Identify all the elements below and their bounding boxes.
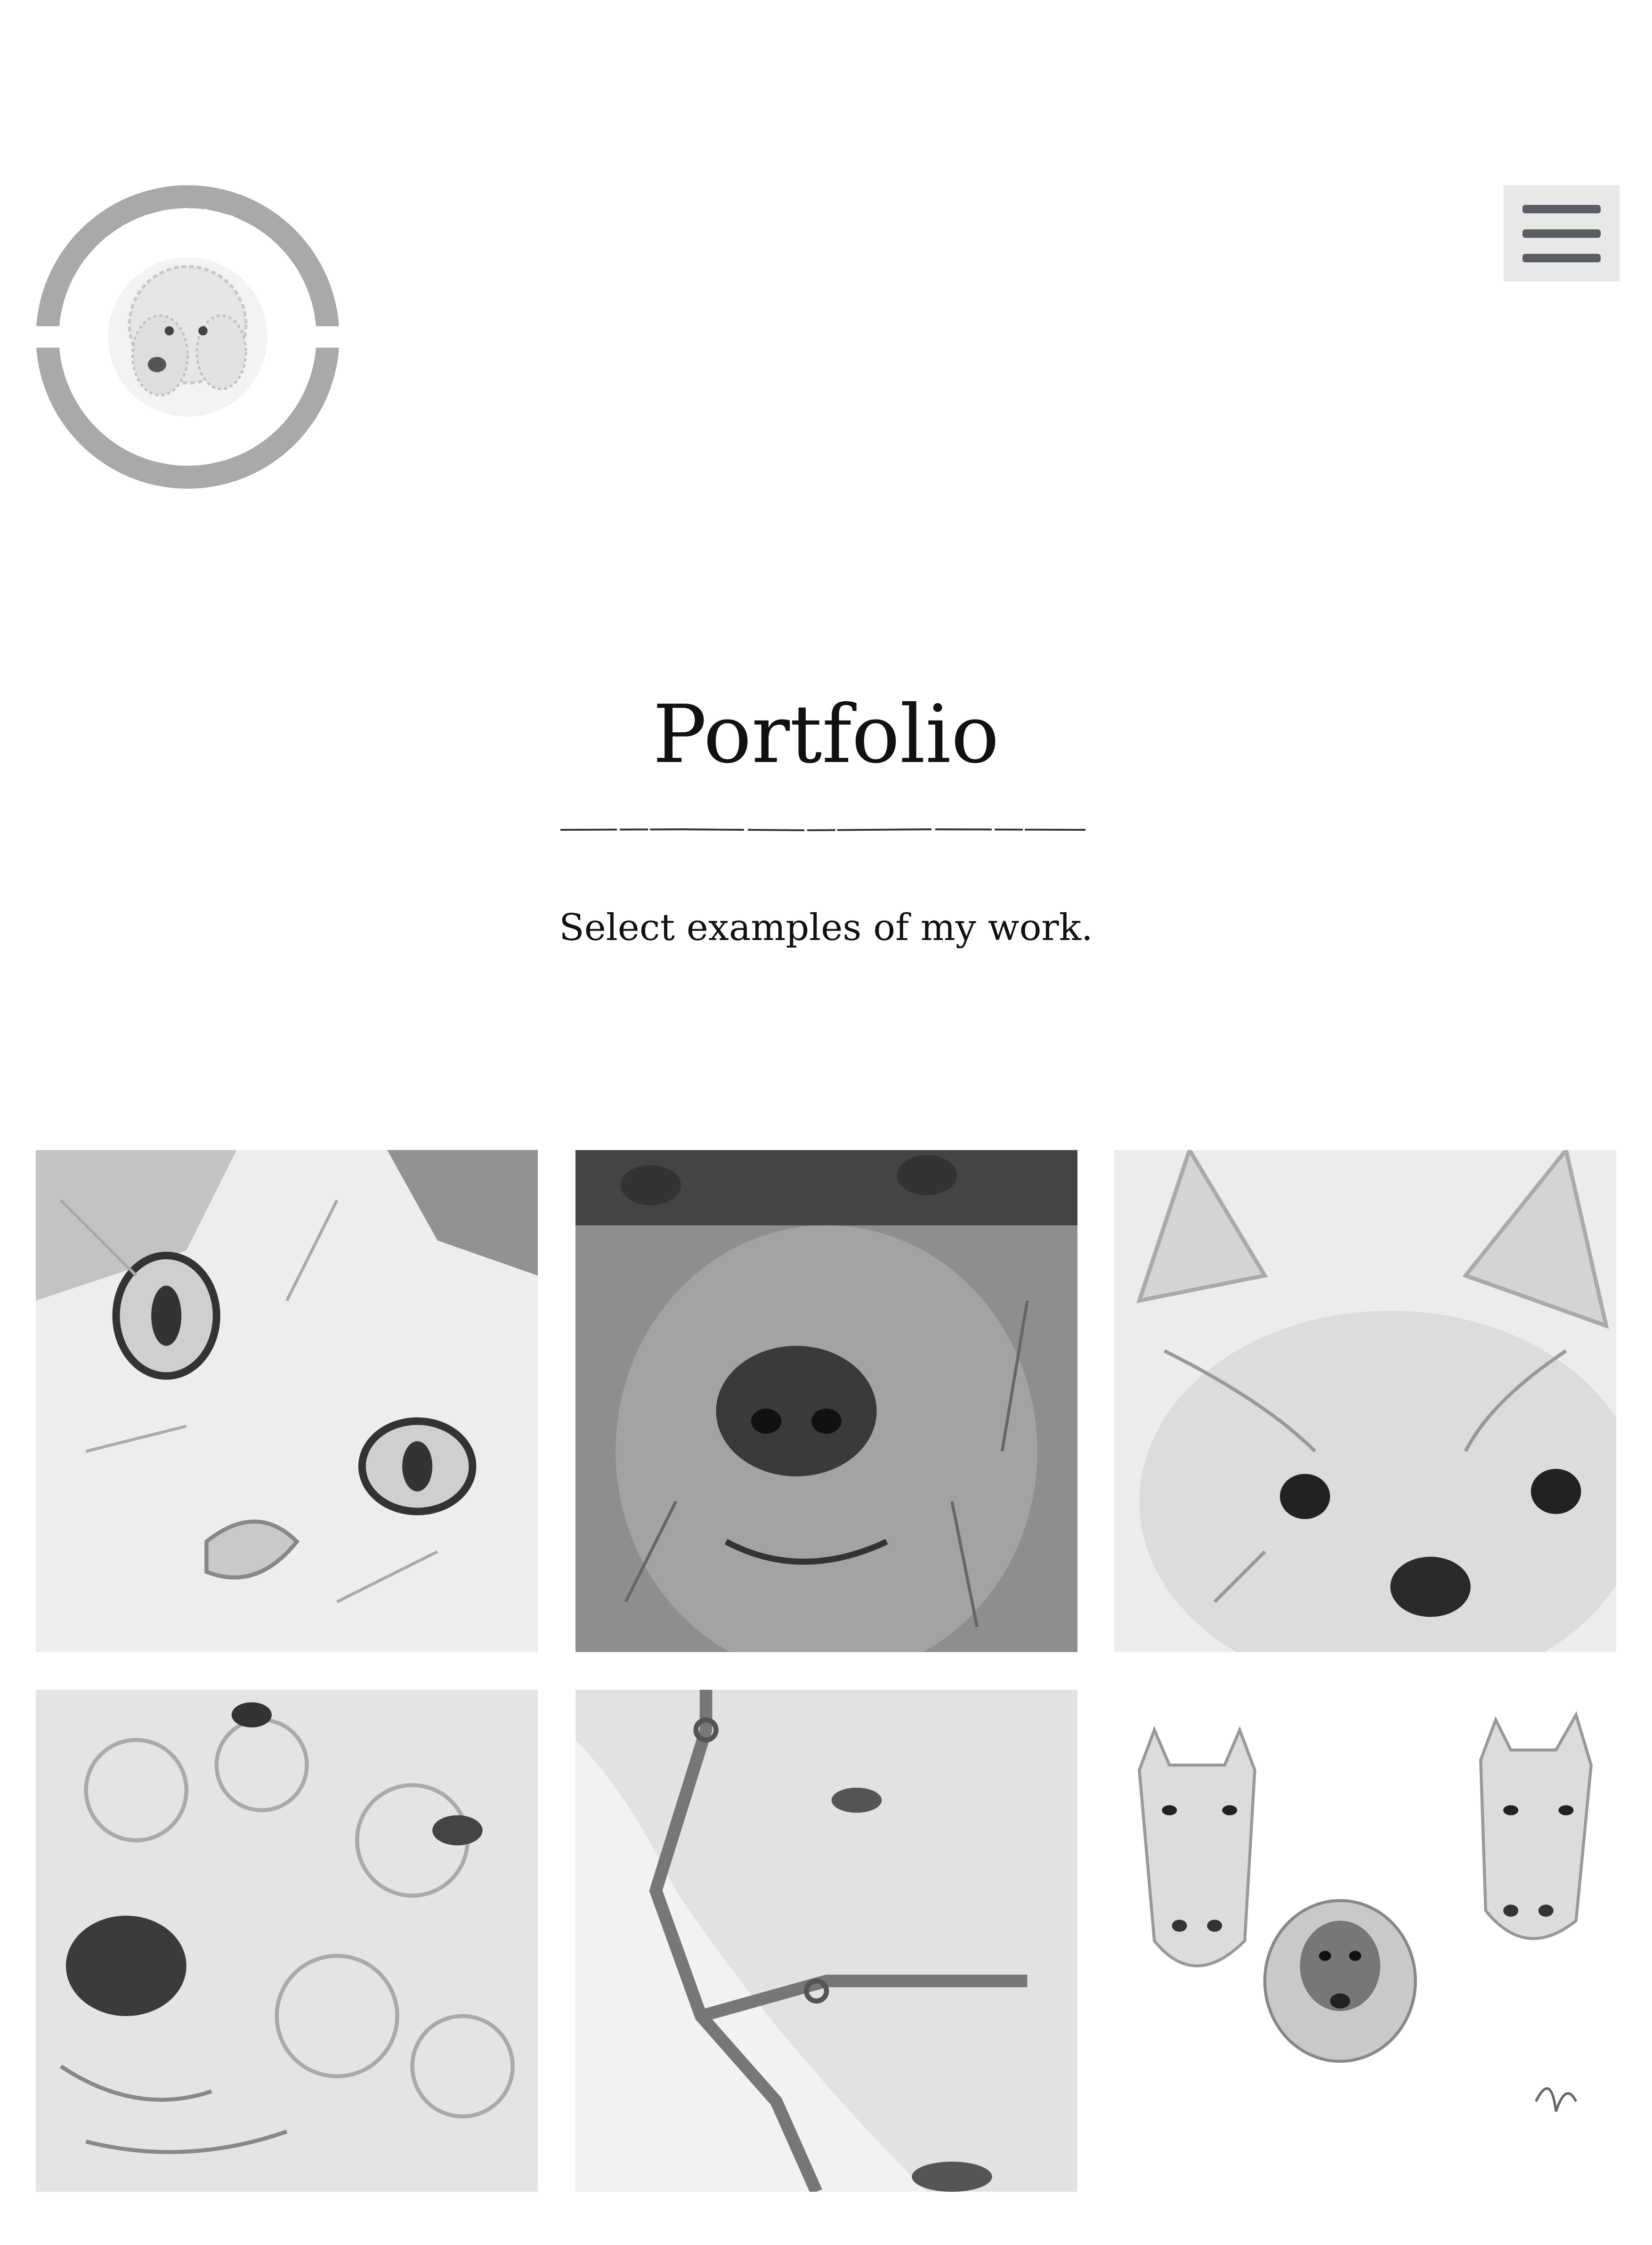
title-divider [560, 827, 1085, 833]
gallery-item-horse[interactable] [575, 1690, 1077, 2192]
curly-dog-portrait-icon [36, 1690, 538, 2192]
hamburger-menu-icon [1522, 204, 1601, 262]
menu-button[interactable] [1504, 185, 1620, 282]
site-logo[interactable]: JOHN HOWARD'S PET PORTRAITS [34, 184, 341, 490]
horse-halter-portrait-icon [575, 1690, 1077, 2192]
logo-seal-icon: JOHN HOWARD'S PET PORTRAITS [34, 185, 341, 489]
cat-portrait-icon [36, 1150, 538, 1652]
gallery-item-dog-nose[interactable] [575, 1150, 1077, 1652]
dog-nose-portrait-icon [575, 1150, 1077, 1652]
poodle-sketch-icon [108, 257, 267, 417]
gallery-item-terrier[interactable] [1114, 1150, 1616, 1652]
gallery-item-curly-dog[interactable] [36, 1690, 538, 2192]
group-portrait-icon [1114, 1690, 1616, 2192]
page-title: Portfolio [653, 688, 999, 781]
terrier-portrait-icon [1114, 1150, 1616, 1652]
gallery-item-cat[interactable] [36, 1150, 538, 1652]
page-subtitle: Select examples of my work. [559, 907, 1093, 949]
gallery-item-group[interactable] [1114, 1690, 1616, 2192]
